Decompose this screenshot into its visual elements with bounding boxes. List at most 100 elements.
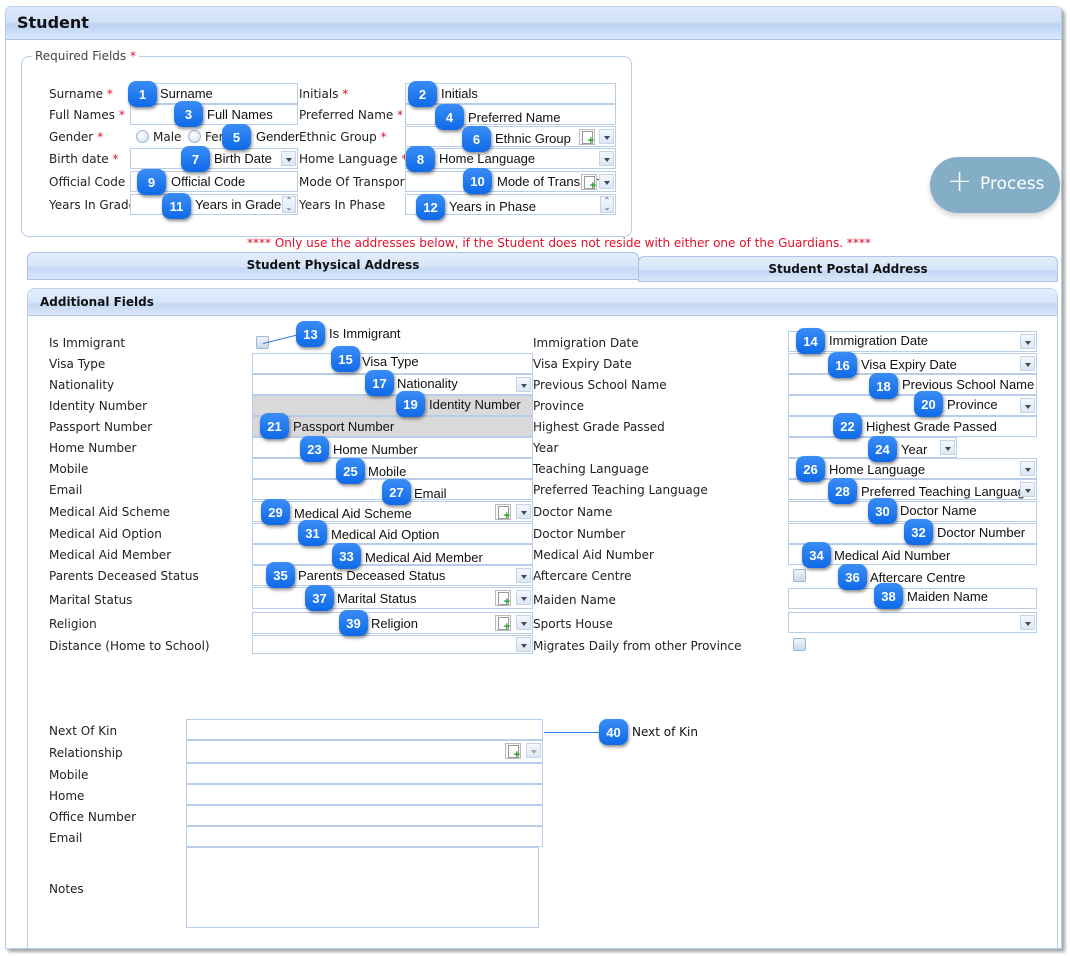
medical-aid-scheme-dropdown-icon[interactable] xyxy=(516,504,531,519)
mode-of-transport-dropdown-icon[interactable] xyxy=(599,174,614,189)
callout-badge: 32 xyxy=(904,519,933,545)
spinner-arrows-icon[interactable]: ⌃ ⌄ xyxy=(600,196,614,213)
add-item-icon[interactable] xyxy=(495,504,511,522)
distance-dropdown-icon[interactable] xyxy=(516,637,531,652)
add-item-icon[interactable] xyxy=(579,129,595,147)
gender-male-label: Male xyxy=(153,130,182,144)
nationality-dropdown-icon[interactable] xyxy=(516,377,531,392)
gender-male-radio[interactable] xyxy=(136,130,149,143)
next-of-kin-input[interactable] xyxy=(186,719,543,740)
callout-badge: 16 xyxy=(828,352,857,378)
medical-aid-option-input[interactable]: Medical Aid Option xyxy=(252,523,533,544)
callout-badge: 2 xyxy=(408,81,437,107)
visa-expiry-date-picker[interactable]: Visa Expiry Date xyxy=(788,353,1037,374)
teaching-language-select[interactable]: Home Language xyxy=(788,458,1037,479)
additional-fields-title: Additional Fields xyxy=(40,295,154,309)
birth-date-picker[interactable]: Birth Date xyxy=(130,148,298,169)
home-language-label: Home Language * xyxy=(299,152,407,166)
previous-school-name-label: Previous School Name xyxy=(533,378,667,392)
birth-date-label: Birth date * xyxy=(49,152,119,166)
callout-badge: 25 xyxy=(336,458,365,484)
email-label: Email xyxy=(49,483,83,497)
callout-badge: 40 xyxy=(599,719,628,745)
immigration-date-picker[interactable]: Immigration Date xyxy=(788,331,1037,352)
relationship-select[interactable] xyxy=(186,740,543,763)
marital-status-dropdown-icon[interactable] xyxy=(516,590,531,605)
religion-dropdown-icon[interactable] xyxy=(516,615,531,630)
add-item-icon[interactable] xyxy=(495,615,511,633)
notes-textarea[interactable] xyxy=(186,847,539,928)
mode-of-transport-label: Mode Of Transport xyxy=(299,175,410,189)
callout-badge: 11 xyxy=(162,193,191,219)
full-names-input[interactable]: Full Names xyxy=(130,104,298,125)
relationship-dropdown-icon[interactable] xyxy=(526,743,541,758)
marital-status-select[interactable]: Marital Status xyxy=(252,587,533,609)
sports-house-select[interactable] xyxy=(788,612,1037,633)
gender-female-radio[interactable] xyxy=(188,130,201,143)
add-item-icon[interactable] xyxy=(495,590,511,608)
year-dropdown-icon[interactable] xyxy=(940,440,955,455)
callout-badge: 12 xyxy=(416,194,445,220)
nok-office-number-input[interactable] xyxy=(186,805,543,826)
visa-expiry-date-label: Visa Expiry Date xyxy=(533,357,632,371)
add-item-icon[interactable] xyxy=(581,174,597,192)
highest-grade-passed-label: Highest Grade Passed xyxy=(533,420,665,434)
home-number-input[interactable]: Home Number xyxy=(252,437,533,458)
tab-student-physical-address[interactable]: Student Physical Address xyxy=(27,252,639,280)
spinner-arrows-icon[interactable]: ⌃ ⌄ xyxy=(282,196,296,213)
visa-type-label: Visa Type xyxy=(49,357,106,371)
province-select[interactable]: Province xyxy=(788,395,1037,416)
aftercare-centre-label: Aftercare Centre xyxy=(533,569,632,583)
visa-expiry-date-dropdown-icon[interactable] xyxy=(1020,356,1035,371)
identity-number-input[interactable]: Identity Number xyxy=(252,395,533,416)
mode-of-transport-select[interactable]: Mode of Transport xyxy=(405,171,616,192)
ethnic-group-select[interactable]: Ethnic Group xyxy=(405,126,616,147)
migrates-daily-checkbox[interactable] xyxy=(793,638,806,651)
distance-select[interactable] xyxy=(252,635,533,654)
callout-connector xyxy=(544,732,600,733)
immigration-date-label: Immigration Date xyxy=(533,336,639,350)
callout-badge: 31 xyxy=(298,520,327,546)
immigration-date-dropdown-icon[interactable] xyxy=(1020,334,1035,349)
teaching-language-dropdown-icon[interactable] xyxy=(1020,461,1035,476)
callout-badge: 20 xyxy=(914,391,943,417)
medical-aid-scheme-label: Medical Aid Scheme xyxy=(49,505,171,519)
callout-badge: 30 xyxy=(868,498,897,524)
callout-badge: 18 xyxy=(869,373,898,399)
years-in-grade-spinner[interactable]: Years in Grade ⌃ ⌄ xyxy=(130,194,298,215)
visa-type-input[interactable]: Visa Type xyxy=(252,353,533,374)
home-language-select[interactable]: Home Language xyxy=(405,148,616,169)
passport-number-input[interactable]: Passport Number xyxy=(252,416,533,437)
is-immigrant-callout-text: Is Immigrant xyxy=(329,326,401,341)
add-item-icon[interactable] xyxy=(505,743,521,761)
callout-badge: 13 xyxy=(296,321,325,347)
medical-aid-member-input[interactable]: Medical Aid Member xyxy=(252,544,533,565)
process-button[interactable]: + Process xyxy=(930,157,1060,213)
parents-deceased-status-dropdown-icon[interactable] xyxy=(516,568,531,583)
sports-house-dropdown-icon[interactable] xyxy=(1020,615,1035,630)
maiden-name-input[interactable]: Maiden Name xyxy=(788,588,1037,609)
preferred-teaching-language-select[interactable]: Preferred Teaching Language xyxy=(788,479,1037,500)
ethnic-group-dropdown-icon[interactable] xyxy=(599,129,614,144)
callout-badge: 6 xyxy=(462,126,491,152)
home-language-dropdown-icon[interactable] xyxy=(599,151,614,166)
province-dropdown-icon[interactable] xyxy=(1020,398,1035,413)
tab-student-postal-address[interactable]: Student Postal Address xyxy=(638,256,1058,282)
address-notice: **** Only use the addresses below, if th… xyxy=(247,236,871,250)
highest-grade-passed-input[interactable]: Highest Grade Passed xyxy=(788,416,1037,437)
callout-badge: 10 xyxy=(463,168,492,194)
previous-school-name-input[interactable]: Previous School Name xyxy=(788,374,1037,395)
nok-email-input[interactable] xyxy=(186,826,543,847)
mobile-input[interactable]: Mobile xyxy=(252,458,533,479)
aftercare-centre-checkbox[interactable] xyxy=(793,569,806,582)
preferred-teaching-language-dropdown-icon[interactable] xyxy=(1020,482,1035,497)
nok-mobile-input[interactable] xyxy=(186,763,543,784)
doctor-name-label: Doctor Name xyxy=(533,505,613,519)
nationality-label: Nationality xyxy=(49,378,115,392)
callout-badge: 4 xyxy=(435,104,464,130)
window-header: Student xyxy=(6,7,1061,40)
religion-select[interactable]: Religion xyxy=(252,612,533,634)
birth-date-dropdown-icon[interactable] xyxy=(281,151,296,166)
gender-label: Gender * xyxy=(49,130,104,144)
nok-home-input[interactable] xyxy=(186,784,543,805)
